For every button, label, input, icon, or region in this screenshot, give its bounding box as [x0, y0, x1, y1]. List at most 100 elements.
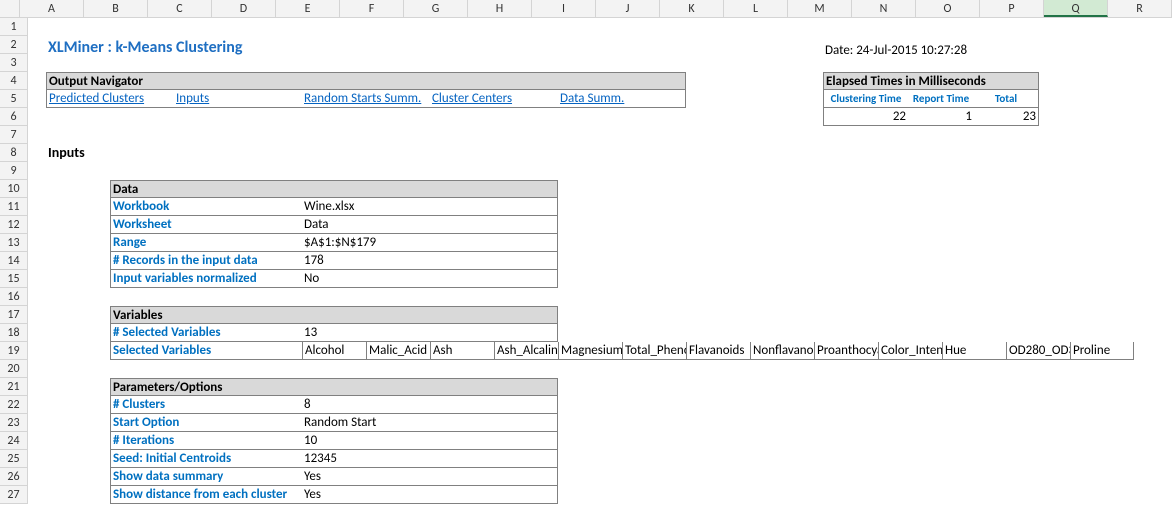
row-header-16[interactable]: 16 — [0, 288, 27, 306]
col-header-N[interactable]: N — [852, 0, 916, 17]
col-header-H[interactable]: H — [468, 0, 532, 17]
elapsed-col-clustering: Clustering Time — [823, 90, 908, 108]
param-row-value: 10 — [302, 432, 558, 450]
nav-link-inputs[interactable]: Inputs — [174, 90, 302, 108]
sel-count-label: # Selected Variables — [110, 324, 302, 342]
param-row-value: 8 — [302, 396, 558, 414]
elapsed-col-total: Total — [974, 90, 1039, 108]
row-header-25[interactable]: 25 — [0, 450, 27, 468]
page-title: XLMiner : k-Means Clustering — [46, 36, 446, 60]
elapsed-val-report: 1 — [908, 108, 974, 126]
row-header-3[interactable]: 3 — [0, 54, 27, 72]
sel-count-val: 13 — [302, 324, 558, 342]
param-row-label: Seed: Initial Centroids — [110, 450, 302, 468]
nav-link-random-starts[interactable]: Random Starts Summ. — [302, 90, 430, 108]
sel-vars-label: Selected Variables — [110, 342, 302, 360]
row-header-13[interactable]: 13 — [0, 234, 27, 252]
row-header-23[interactable]: 23 — [0, 414, 27, 432]
row-header-5[interactable]: 5 — [0, 90, 27, 108]
row-header-11[interactable]: 11 — [0, 198, 27, 216]
col-header-E[interactable]: E — [276, 0, 340, 17]
col-header-F[interactable]: F — [340, 0, 404, 17]
col-header-L[interactable]: L — [724, 0, 788, 17]
row-header-17[interactable]: 17 — [0, 306, 27, 324]
data-row-label: Worksheet — [110, 216, 302, 234]
col-header-R[interactable]: R — [1108, 0, 1172, 17]
row-header-24[interactable]: 24 — [0, 432, 27, 450]
variable-cell: Magnesium — [558, 342, 622, 360]
params-section-header: Parameters/Options — [110, 378, 558, 396]
col-header-D[interactable]: D — [212, 0, 276, 17]
elapsed-col-report: Report Time — [908, 90, 974, 108]
data-row-label: Workbook — [110, 198, 302, 216]
data-row-label: Range — [110, 234, 302, 252]
param-row-value: Random Start — [302, 414, 558, 432]
date-label: Date: 24-Jul-2015 10:27:28 — [823, 42, 1123, 60]
variable-cell: Color_Intensity — [878, 342, 942, 360]
data-row-label: Input variables normalized — [110, 270, 302, 288]
data-row-value: $A$1:$N$179 — [302, 234, 558, 252]
col-header-G[interactable]: G — [404, 0, 468, 17]
elapsed-val-total: 23 — [974, 108, 1039, 126]
data-row-value: Data — [302, 216, 558, 234]
row-header-9[interactable]: 9 — [0, 162, 27, 180]
row-header-10[interactable]: 10 — [0, 180, 27, 198]
row-header-15[interactable]: 15 — [0, 270, 27, 288]
variable-cell: Ash_Alcalinity — [494, 342, 558, 360]
nav-link-predicted-clusters[interactable]: Predicted Clusters — [46, 90, 174, 108]
output-navigator-header: Output Navigator — [46, 72, 686, 90]
variable-cell: Nonflavanoid_Phenols — [750, 342, 814, 360]
col-header-K[interactable]: K — [660, 0, 724, 17]
param-row-label: Show data summary — [110, 468, 302, 486]
variable-cell: Alcohol — [302, 342, 366, 360]
row-headers: 1234567891011121314151617181920212223242… — [0, 18, 28, 504]
data-row-value: No — [302, 270, 558, 288]
param-row-value: 12345 — [302, 450, 558, 468]
row-header-8[interactable]: 8 — [0, 144, 27, 162]
param-row-label: # Iterations — [110, 432, 302, 450]
sheet-area[interactable]: XLMiner : k-Means Clustering Date: 24-Ju… — [28, 18, 1172, 504]
elapsed-val-clustering: 22 — [823, 108, 908, 126]
col-header-I[interactable]: I — [532, 0, 596, 17]
corner-cell[interactable] — [0, 0, 20, 17]
row-header-2[interactable]: 2 — [0, 36, 27, 54]
col-header-J[interactable]: J — [596, 0, 660, 17]
variable-cell: Hue — [942, 342, 1006, 360]
data-section-header: Data — [110, 180, 558, 198]
row-header-26[interactable]: 26 — [0, 468, 27, 486]
row-header-12[interactable]: 12 — [0, 216, 27, 234]
col-header-Q[interactable]: Q — [1044, 0, 1108, 17]
variable-cell: Total_Phenols — [622, 342, 686, 360]
col-header-B[interactable]: B — [84, 0, 148, 17]
variable-cell: Flavanoids — [686, 342, 750, 360]
variable-cell: Ash — [430, 342, 494, 360]
row-header-19[interactable]: 19 — [0, 342, 27, 360]
col-header-P[interactable]: P — [980, 0, 1044, 17]
row-header-4[interactable]: 4 — [0, 72, 27, 90]
variable-cell: Proline — [1070, 342, 1134, 360]
col-header-A[interactable]: A — [20, 0, 84, 17]
col-header-O[interactable]: O — [916, 0, 980, 17]
row-header-18[interactable]: 18 — [0, 324, 27, 342]
inputs-heading: Inputs — [46, 144, 246, 162]
row-header-1[interactable]: 1 — [0, 18, 27, 36]
row-header-6[interactable]: 6 — [0, 108, 27, 126]
nav-link-cluster-centers[interactable]: Cluster Centers — [430, 90, 558, 108]
row-header-7[interactable]: 7 — [0, 126, 27, 144]
row-header-14[interactable]: 14 — [0, 252, 27, 270]
variable-cell: OD280_OD315 — [1006, 342, 1070, 360]
row-header-27[interactable]: 27 — [0, 486, 27, 504]
data-row-label: # Records in the input data — [110, 252, 302, 270]
row-header-20[interactable]: 20 — [0, 360, 27, 378]
variables-section-header: Variables — [110, 306, 558, 324]
col-header-M[interactable]: M — [788, 0, 852, 17]
param-row-value: Yes — [302, 486, 558, 504]
nav-link-data-summ[interactable]: Data Summ. — [558, 90, 686, 108]
column-headers: ABCDEFGHIJKLMNOPQR — [0, 0, 1172, 18]
row-header-22[interactable]: 22 — [0, 396, 27, 414]
col-header-C[interactable]: C — [148, 0, 212, 17]
row-header-21[interactable]: 21 — [0, 378, 27, 396]
data-row-value: Wine.xlsx — [302, 198, 558, 216]
elapsed-header: Elapsed Times in Milliseconds — [823, 72, 1039, 90]
variable-cell: Malic_Acid — [366, 342, 430, 360]
